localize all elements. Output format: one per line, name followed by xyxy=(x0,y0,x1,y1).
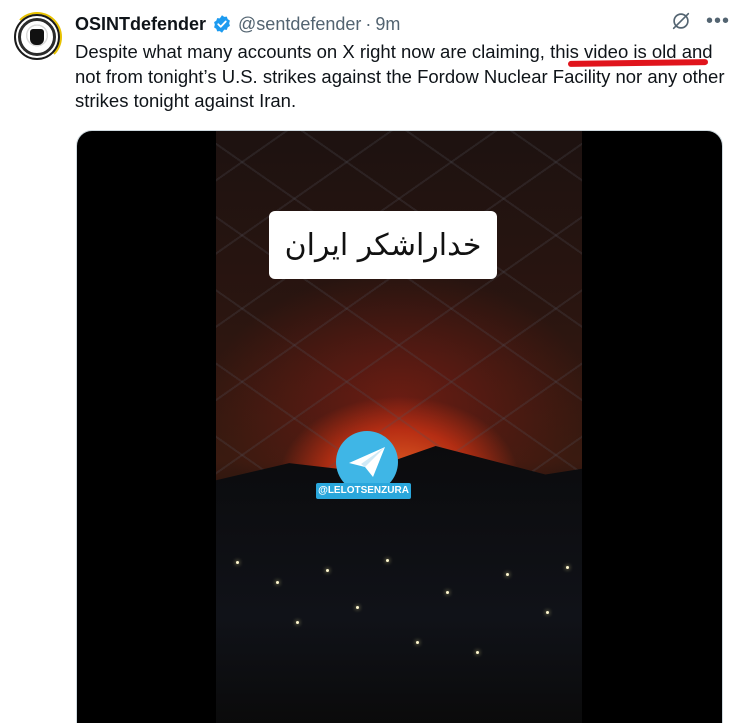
avatar-image xyxy=(18,18,56,56)
grok-icon[interactable] xyxy=(670,10,692,32)
tweet-media[interactable]: خداراشکر ایران @LELOTSENZURA xyxy=(76,130,723,723)
tweet-time[interactable]: 9m xyxy=(375,14,400,35)
channel-watermark: @LELOTSENZURA xyxy=(316,431,411,521)
video-frame[interactable]: خداراشکر ایران @LELOTSENZURA xyxy=(216,131,582,723)
verified-badge-icon xyxy=(214,15,230,33)
avatar[interactable] xyxy=(14,14,60,60)
tweet-header: OSINTdefender @sentdefender · 9m xyxy=(75,12,400,36)
more-options-icon[interactable]: ••• xyxy=(706,11,730,31)
author-handle[interactable]: @sentdefender xyxy=(238,14,361,35)
video-caption-box: خداراشکر ایران xyxy=(269,211,497,279)
author-name[interactable]: OSINTdefender xyxy=(75,14,206,35)
city-lights xyxy=(216,551,582,671)
video-caption: خداراشکر ایران xyxy=(284,227,482,263)
tweet-text: Despite what many accounts on X right no… xyxy=(75,40,730,114)
tweet-text-before: Despite what many accounts on X right no… xyxy=(75,41,551,62)
tweet-top-actions: ••• xyxy=(670,10,730,32)
header-separator: · xyxy=(365,13,372,34)
watermark-tag: @LELOTSENZURA xyxy=(316,483,411,499)
